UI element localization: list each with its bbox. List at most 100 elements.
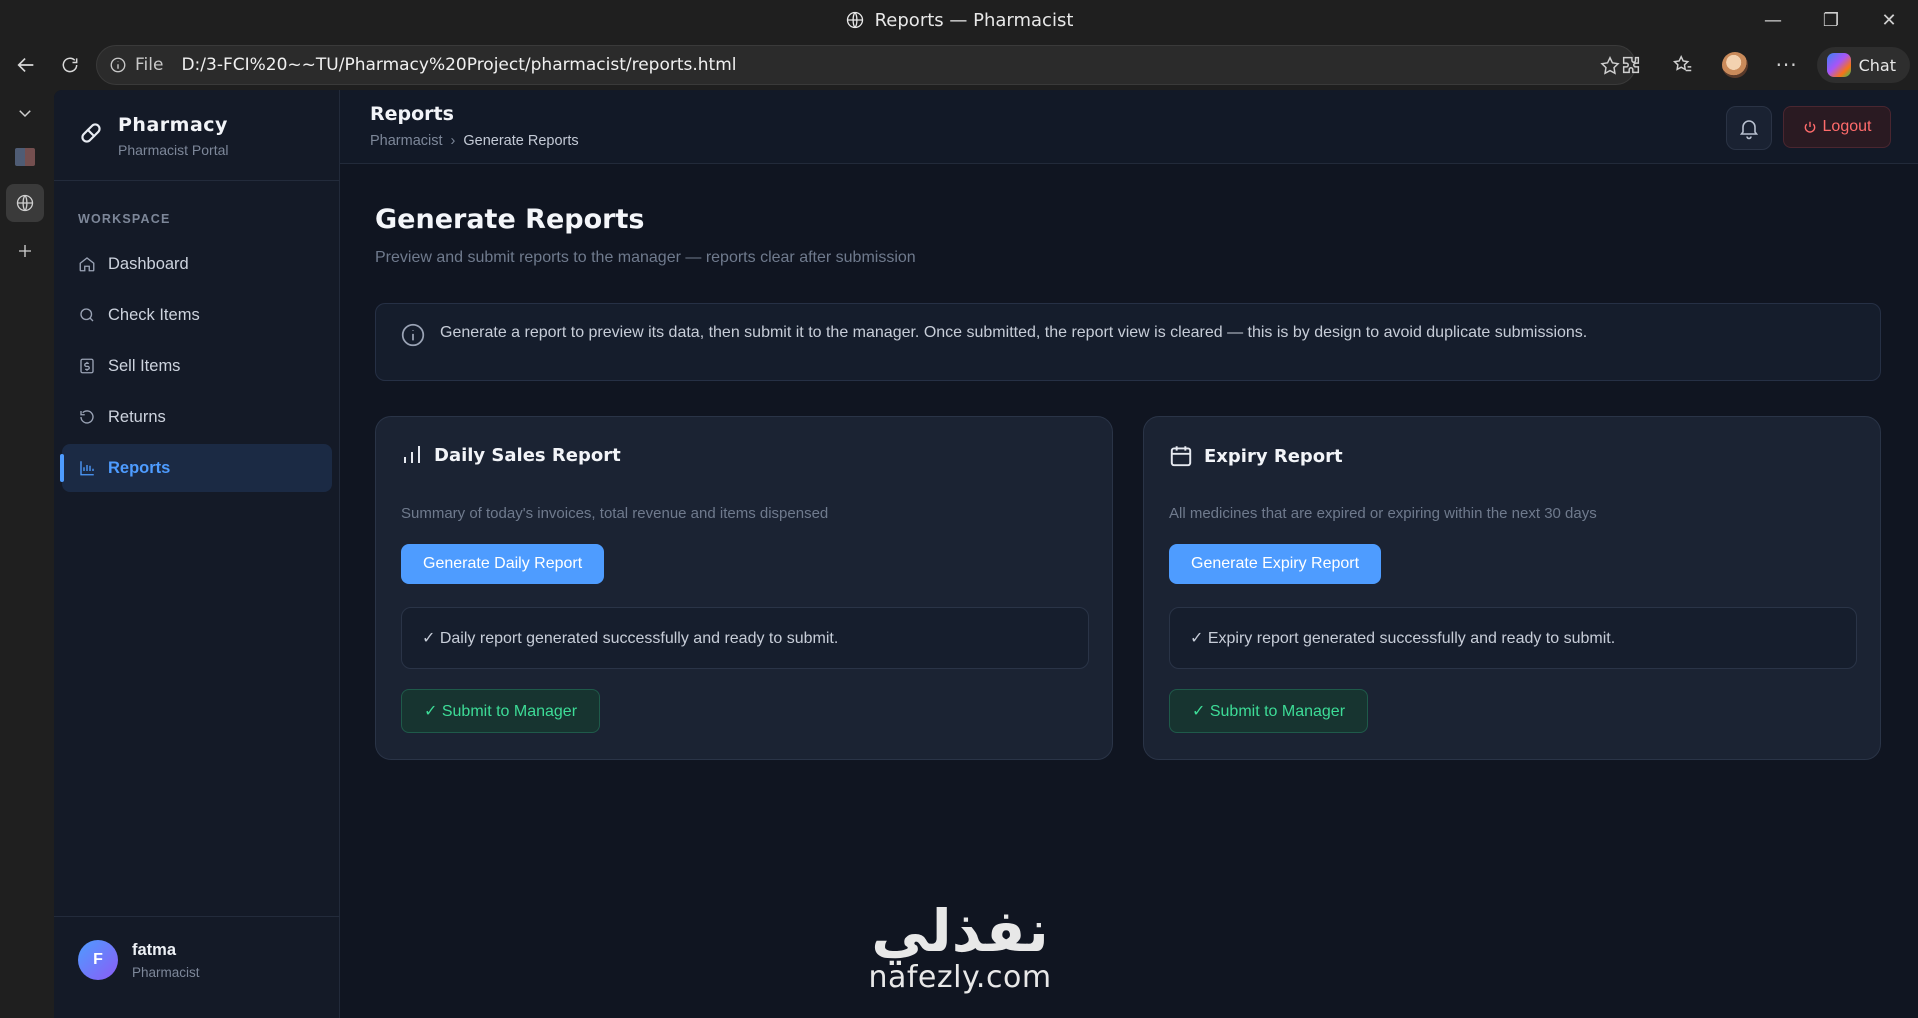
daily-report-status: ✓ Daily report generated successfully an… bbox=[401, 607, 1089, 669]
sidebar-user-divider bbox=[54, 916, 340, 917]
daily-sales-report-card: Daily Sales Report Summary of today's in… bbox=[375, 416, 1113, 760]
power-icon bbox=[1804, 121, 1815, 133]
user-role: Pharmacist bbox=[132, 964, 200, 980]
address-bar[interactable]: File D:/3-FCI%20~~TU/Pharmacy%20Project/… bbox=[96, 45, 1636, 85]
restore-icon[interactable]: ❐ bbox=[1802, 0, 1860, 40]
favorites-icon bbox=[1672, 55, 1691, 72]
puzzle-icon bbox=[1622, 56, 1639, 74]
globe-icon bbox=[16, 194, 34, 212]
more-button[interactable]: ··· bbox=[1765, 44, 1809, 86]
window-title: Reports — Pharmacist bbox=[0, 0, 1918, 40]
pill-icon bbox=[81, 123, 101, 143]
more-icon: ··· bbox=[1775, 53, 1798, 77]
card-description: Summary of today's invoices, total reven… bbox=[401, 505, 829, 522]
bell-icon bbox=[1739, 120, 1759, 140]
submit-expiry-report-button[interactable]: ✓ Submit to Manager bbox=[1169, 689, 1369, 733]
user-name: fatma bbox=[132, 940, 177, 959]
sidebar-item-label: Reports bbox=[108, 458, 171, 477]
globe-icon bbox=[846, 11, 863, 29]
card-header: Expiry Report bbox=[1168, 443, 1343, 469]
plus-icon bbox=[19, 245, 31, 257]
page-title: Reports bbox=[370, 103, 454, 125]
minimize-icon[interactable]: — bbox=[1744, 0, 1802, 40]
brand-subtitle: Pharmacist Portal bbox=[118, 142, 229, 158]
calendar-icon bbox=[1170, 446, 1192, 467]
submit-daily-report-button[interactable]: ✓ Submit to Manager bbox=[401, 689, 601, 733]
generate-daily-report-button[interactable]: Generate Daily Report bbox=[401, 544, 605, 584]
breadcrumb: Pharmacist › Generate Reports bbox=[370, 133, 579, 149]
chat-label: Chat bbox=[1858, 55, 1896, 75]
info-icon bbox=[110, 57, 126, 73]
site-info[interactable]: File bbox=[109, 55, 163, 75]
breadcrumb-root[interactable]: Pharmacist bbox=[370, 133, 443, 149]
sidebar-item-label: Check Items bbox=[108, 305, 200, 324]
watermark: نفذلي nafezly.com bbox=[850, 900, 1070, 994]
watermark-arabic: نفذلي bbox=[871, 897, 1049, 965]
copilot-chat-button[interactable]: Chat bbox=[1816, 47, 1910, 83]
vertical-tabs bbox=[0, 90, 48, 1018]
topbar: Reports Pharmacist › Generate Reports Lo… bbox=[340, 90, 1918, 164]
collapse-tabs-button[interactable] bbox=[6, 94, 44, 132]
logout-button[interactable]: Logout bbox=[1783, 106, 1891, 148]
bar-chart-icon bbox=[404, 446, 420, 463]
sidebar-item-reports[interactable]: Reports bbox=[60, 444, 332, 492]
profile-button[interactable] bbox=[1713, 44, 1757, 86]
bar-chart-icon bbox=[80, 461, 94, 476]
sidebar-item-label: Returns bbox=[108, 407, 166, 426]
toolbar-actions: ··· Chat bbox=[1609, 44, 1910, 86]
back-button[interactable] bbox=[8, 44, 44, 86]
browser-titlebar: Reports — Pharmacist — ❐ ✕ bbox=[0, 0, 1918, 40]
reload-button[interactable] bbox=[52, 44, 88, 86]
info-icon bbox=[401, 323, 425, 347]
search-icon bbox=[80, 308, 94, 322]
sidebar-item-label: Sell Items bbox=[108, 356, 181, 375]
info-banner: Generate a report to preview its data, t… bbox=[375, 303, 1881, 381]
sidebar-item-check-items[interactable]: Check Items bbox=[62, 291, 332, 339]
expiry-report-status: ✓ Expiry report generated successfully a… bbox=[1169, 607, 1857, 669]
tab-favicon-app[interactable] bbox=[6, 138, 44, 176]
home-icon bbox=[79, 257, 95, 272]
breadcrumb-current: Generate Reports bbox=[463, 133, 579, 149]
generate-expiry-report-button[interactable]: Generate Expiry Report bbox=[1169, 544, 1382, 584]
pharmacy-app: Pharmacy Pharmacist Portal WORKSPACE Das… bbox=[54, 90, 1918, 1018]
extensions-button[interactable] bbox=[1609, 44, 1653, 86]
main-subtitle: Preview and submit reports to the manage… bbox=[375, 249, 916, 266]
card-title: Daily Sales Report bbox=[434, 444, 621, 466]
breadcrumb-separator: › bbox=[450, 133, 456, 149]
main-heading: Generate Reports bbox=[375, 204, 645, 235]
profile-avatar bbox=[1721, 52, 1748, 78]
copilot-icon bbox=[1826, 53, 1851, 77]
expiry-report-card: Expiry Report All medicines that are exp… bbox=[1143, 416, 1881, 760]
sidebar-item-sell-items[interactable]: Sell Items bbox=[62, 342, 332, 390]
card-header: Daily Sales Report bbox=[400, 443, 621, 467]
sidebar-section-label: WORKSPACE bbox=[78, 212, 171, 226]
new-tab-button[interactable] bbox=[6, 232, 44, 270]
window-title-text: Reports — Pharmacist bbox=[874, 9, 1074, 31]
sidebar: Pharmacy Pharmacist Portal WORKSPACE Das… bbox=[54, 90, 340, 1018]
card-title: Expiry Report bbox=[1204, 445, 1343, 467]
info-text: Generate a report to preview its data, t… bbox=[440, 324, 1588, 341]
reload-icon bbox=[62, 57, 78, 73]
window-controls: — ❐ ✕ bbox=[1744, 0, 1918, 40]
logout-label: Logout bbox=[1822, 118, 1872, 135]
undo-icon bbox=[80, 410, 94, 424]
brand[interactable]: Pharmacy Pharmacist Portal bbox=[78, 114, 228, 158]
sidebar-item-returns[interactable]: Returns bbox=[62, 393, 332, 441]
card-description: All medicines that are expired or expiri… bbox=[1169, 505, 1597, 522]
sidebar-item-label: Dashboard bbox=[108, 254, 189, 273]
app-favicon-icon bbox=[15, 148, 35, 166]
dollar-icon bbox=[80, 358, 94, 374]
brand-name: Pharmacy bbox=[118, 114, 228, 136]
watermark-latin: nafezly.com bbox=[868, 960, 1052, 995]
chevron-down-icon bbox=[19, 110, 31, 118]
notifications-button[interactable] bbox=[1726, 106, 1772, 150]
address-url[interactable]: D:/3-FCI%20~~TU/Pharmacy%20Project/pharm… bbox=[181, 55, 736, 75]
close-icon[interactable]: ✕ bbox=[1860, 0, 1918, 40]
sidebar-item-dashboard[interactable]: Dashboard bbox=[62, 240, 332, 288]
tab-reports[interactable] bbox=[6, 184, 44, 222]
user-profile[interactable]: F fatma Pharmacist bbox=[78, 940, 200, 980]
avatar: F bbox=[78, 940, 118, 980]
main-content: Generate Reports Preview and submit repo… bbox=[340, 164, 1918, 1018]
sidebar-nav: Dashboard Check Items Sell Items Returns… bbox=[60, 240, 332, 495]
favorites-button[interactable] bbox=[1661, 44, 1705, 86]
